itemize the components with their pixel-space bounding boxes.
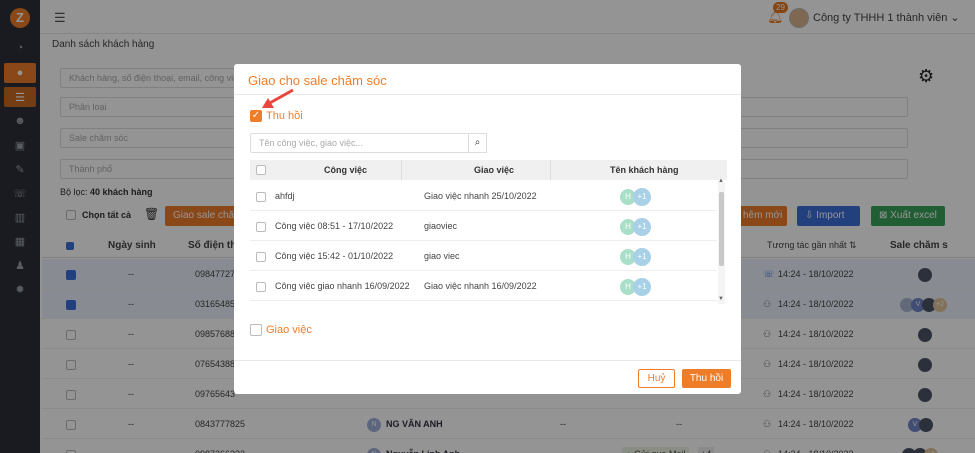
header-assign: Giao việc	[474, 165, 515, 175]
task-row-checkbox[interactable]	[256, 211, 266, 241]
divider	[401, 160, 402, 180]
divider	[234, 94, 741, 95]
task-assign: giaoviec	[424, 221, 458, 231]
task-name: Công việc 08:51 - 17/10/2022	[275, 221, 394, 231]
customer-badges: H +1	[620, 181, 651, 211]
task-table-header: Công việc Giao việc Tên khách hàng	[250, 160, 727, 180]
task-name: Công việc giao nhanh 16/09/2022	[275, 281, 410, 291]
task-name: Công việc 15:42 - 01/10/2022	[275, 251, 394, 261]
cancel-button[interactable]: Huỷ	[638, 369, 675, 388]
giao-viec-checkbox[interactable]	[250, 324, 262, 336]
customer-badges: H +1	[620, 241, 651, 271]
task-row-checkbox[interactable]	[256, 241, 266, 271]
task-row-checkbox[interactable]	[256, 181, 266, 211]
header-task: Công việc	[324, 165, 368, 175]
task-name: ahfdj	[275, 191, 295, 201]
task-assign: Giao việc nhanh 25/10/2022	[424, 191, 537, 201]
task-row[interactable]: Công việc 08:51 - 17/10/2022 giaoviec H +1	[250, 211, 717, 241]
scroll-up-icon[interactable]: ▲	[718, 178, 724, 184]
task-row[interactable]: ahfdj Giao việc nhanh 25/10/2022 H +1	[250, 181, 717, 211]
arrow-pointer-icon	[262, 88, 294, 108]
task-assign: giao viec	[424, 251, 460, 261]
task-assign: Giao việc nhanh 16/09/2022	[424, 281, 537, 291]
giao-viec-label: Giao việc	[266, 324, 312, 336]
divider	[234, 360, 741, 361]
task-search-input[interactable]: Tên công việc, giao việc...	[250, 133, 470, 153]
scroll-down-icon[interactable]: ▼	[718, 296, 724, 302]
divider	[550, 160, 551, 180]
customer-badges: H +1	[620, 271, 651, 301]
scrollbar-thumb[interactable]	[719, 192, 724, 266]
task-row[interactable]: Công việc 15:42 - 01/10/2022 giao viec H +1	[250, 241, 717, 271]
task-row-checkbox[interactable]	[256, 271, 266, 301]
customer-badges: H +1	[620, 211, 651, 241]
submit-button[interactable]: Thu hồi	[682, 369, 731, 388]
search-icon[interactable]: ⌕	[468, 133, 487, 153]
assign-sale-modal: Giao cho sale chăm sóc ✓ Thu hồi Tên côn…	[234, 64, 741, 394]
header-customer: Tên khách hàng	[610, 165, 679, 175]
task-header-checkbox[interactable]	[256, 164, 266, 175]
task-row[interactable]: Công việc giao nhanh 16/09/2022 Giao việc…	[250, 271, 717, 301]
